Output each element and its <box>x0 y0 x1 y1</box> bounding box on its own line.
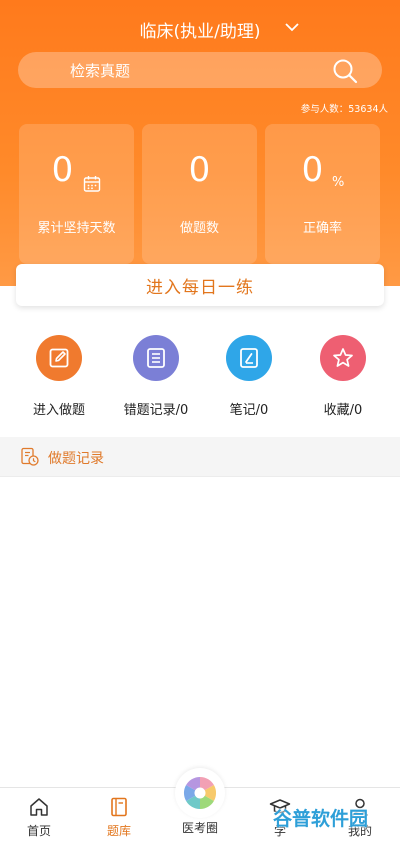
tab-medical-circle[interactable]: 医考圈 <box>168 768 232 836</box>
star-icon <box>333 348 353 367</box>
action-icon-circle <box>133 335 179 381</box>
action-start-practice[interactable]: 进入做题 <box>11 335 107 418</box>
percent-unit: % <box>332 175 345 190</box>
history-icon <box>21 447 39 466</box>
records-label: 做题记录 <box>48 451 104 467</box>
action-label: 错题记录/0 <box>123 403 189 418</box>
search-icon[interactable] <box>332 58 358 84</box>
practice-records-link[interactable]: 做题记录 <box>0 437 400 477</box>
note-icon <box>240 348 258 368</box>
action-icon-circle <box>320 335 366 381</box>
medical-circle-logo <box>175 768 225 818</box>
edit-icon <box>49 348 69 368</box>
aperture-icon <box>183 776 217 810</box>
list-icon <box>147 348 165 368</box>
action-label: 笔记/0 <box>229 403 269 418</box>
action-favorites[interactable]: 收藏/0 <box>295 335 391 418</box>
home-icon <box>30 798 48 816</box>
search-bar[interactable]: 检索真题 <box>18 52 382 88</box>
action-notes[interactable]: 笔记/0 <box>201 335 297 418</box>
stat-value: 0 <box>301 150 324 190</box>
stat-value: 0 <box>188 150 211 190</box>
action-icon-circle <box>36 335 82 381</box>
tab-home[interactable]: 首页 <box>9 796 69 839</box>
daily-practice-button[interactable]: 进入每日一练 <box>16 264 384 306</box>
action-wrong-records[interactable]: 错题记录/0 <box>108 335 204 418</box>
search-placeholder: 检索真题 <box>70 61 131 80</box>
stat-card-question-count: 0 做题数 <box>142 124 257 264</box>
chevron-down-icon <box>285 23 299 32</box>
book-icon <box>111 797 127 817</box>
stat-value: 0 <box>51 150 74 190</box>
calendar-icon <box>83 176 101 192</box>
stat-label: 正确率 <box>302 221 342 236</box>
stat-label: 累计坚持天数 <box>37 221 116 236</box>
action-label: 进入做题 <box>32 403 85 418</box>
participant-count: 参与人数：53634人 <box>300 104 388 115</box>
exam-category-selector[interactable]: 临床(执业/助理) <box>0 14 400 44</box>
stat-card-accuracy: 0 % 正确率 <box>265 124 380 264</box>
tab-label: 首页 <box>26 824 51 838</box>
tab-label: 题库 <box>106 824 131 838</box>
page-title: 临床(执业/助理) <box>139 21 261 42</box>
action-label: 收藏/0 <box>323 403 363 418</box>
tab-label: 医考圈 <box>181 821 218 835</box>
action-icon-circle <box>226 335 272 381</box>
stat-card-streak-days: 0 累计坚持天数 <box>19 124 134 264</box>
watermark-logo: 谷普软件园 <box>273 808 369 830</box>
tab-question-bank[interactable]: 题库 <box>89 796 149 839</box>
stat-label: 做题数 <box>179 221 219 236</box>
